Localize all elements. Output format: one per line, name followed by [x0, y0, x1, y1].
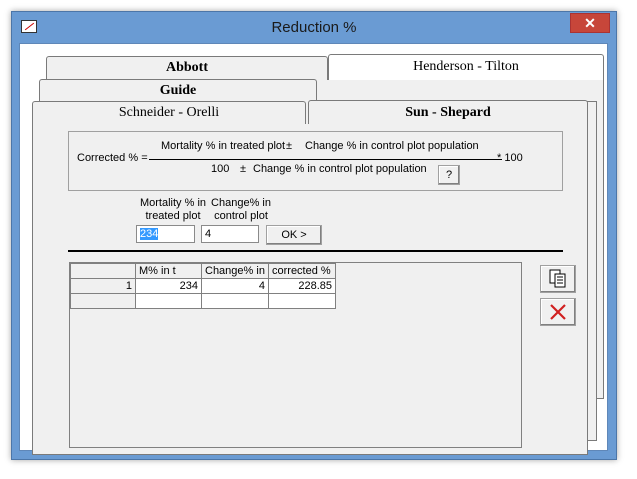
- close-button[interactable]: ✕: [570, 13, 610, 33]
- header-mortality[interactable]: M% in t: [135, 263, 202, 279]
- formula-multiplier: * 100: [497, 152, 523, 164]
- denominator-plusminus: ±: [240, 163, 247, 175]
- delete-button[interactable]: [540, 298, 576, 326]
- cell-change[interactable]: 4: [201, 278, 269, 294]
- window-title: Reduction %: [271, 19, 357, 36]
- formula-box: Corrected % = Mortality % in treated plo…: [68, 131, 563, 191]
- app-window: Reduction % ✕ Abbott Henderson - Tilton …: [11, 11, 617, 460]
- cell-mortality[interactable]: 234: [135, 278, 202, 294]
- fraction-line: [149, 159, 502, 160]
- row-number[interactable]: [70, 293, 136, 309]
- tab-guide[interactable]: Guide: [39, 79, 317, 102]
- header-corner: [70, 263, 136, 279]
- ok-button[interactable]: OK >: [266, 225, 322, 245]
- tab-abbott[interactable]: Abbott: [46, 56, 328, 80]
- change-label-2: control plot: [214, 210, 268, 222]
- cell-mortality[interactable]: [135, 293, 202, 309]
- mortality-input[interactable]: 234: [136, 225, 195, 243]
- change-label-1: Change% in: [211, 197, 271, 209]
- title-bar[interactable]: Reduction % ✕: [12, 12, 616, 42]
- formula-lhs: Corrected % =: [77, 152, 148, 164]
- numerator-plusminus: ±: [286, 140, 293, 152]
- mortality-label-1: Mortality % in: [139, 197, 207, 209]
- table-row: [70, 293, 336, 309]
- tab-henderson-tilton[interactable]: Henderson - Tilton: [328, 54, 604, 80]
- tab-sun-shepard[interactable]: Sun - Shepard: [308, 100, 588, 125]
- copy-icon: [549, 269, 566, 288]
- cell-change[interactable]: [201, 293, 269, 309]
- mortality-label-2: treated plot: [145, 210, 201, 222]
- help-button[interactable]: ?: [438, 165, 460, 185]
- header-corrected[interactable]: corrected %: [268, 263, 336, 279]
- delete-icon: [550, 304, 566, 320]
- cell-corrected[interactable]: 228.85: [268, 278, 336, 294]
- header-change[interactable]: Change% in: [201, 263, 269, 279]
- copy-button[interactable]: [540, 265, 576, 293]
- cell-corrected[interactable]: [268, 293, 336, 309]
- client-area: Abbott Henderson - Tilton Guide Schneide…: [19, 43, 608, 455]
- denominator-100: 100: [211, 163, 230, 175]
- numerator-change: Change % in control plot population: [305, 140, 479, 152]
- denominator-change: Change % in control plot population: [253, 163, 427, 175]
- tab-schneider-orelli[interactable]: Schneider - Orelli: [32, 101, 306, 125]
- separator-line: [68, 250, 563, 252]
- change-input[interactable]: 4: [201, 225, 259, 243]
- results-table: M% in t Change% in corrected % 1 234 4 2…: [70, 263, 336, 309]
- results-grid[interactable]: M% in t Change% in corrected % 1 234 4 2…: [69, 262, 522, 448]
- numerator-mortality: Mortality % in treated plot: [161, 140, 286, 152]
- row-number[interactable]: 1: [70, 278, 136, 294]
- table-header-row: M% in t Change% in corrected %: [70, 263, 336, 279]
- sun-shepard-panel: Corrected % = Mortality % in treated plo…: [32, 124, 588, 455]
- table-row: 1 234 4 228.85: [70, 278, 336, 294]
